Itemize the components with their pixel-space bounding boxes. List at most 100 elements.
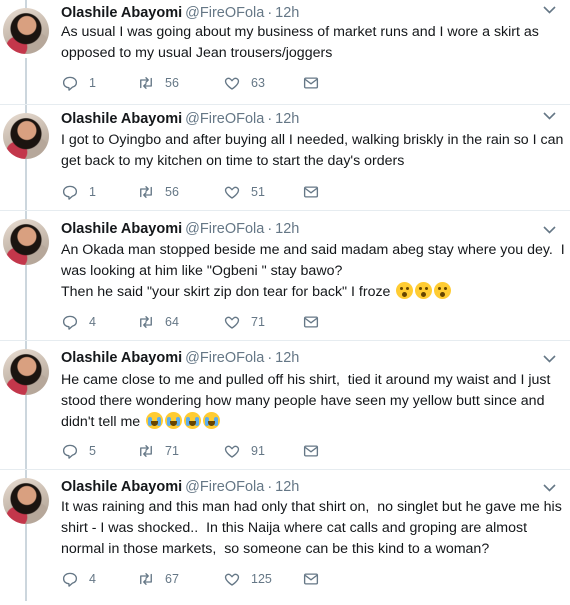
dm-button[interactable] — [302, 441, 320, 461]
tweet-text-content: An Okada man stopped beside me and said … — [61, 242, 565, 300]
chevron-down-icon[interactable] — [543, 225, 556, 237]
retweet-icon — [140, 573, 152, 585]
time-separator: · — [267, 221, 273, 237]
time-separator: · — [267, 111, 273, 127]
retweet-count: 71 — [165, 444, 179, 458]
retweet-button[interactable]: 71 — [137, 441, 179, 461]
retweet-button[interactable]: 64 — [137, 312, 179, 332]
tweet-text: I got to Oyingbo and after buying all I … — [61, 132, 568, 169]
reply-icon — [62, 572, 78, 587]
author-handle[interactable]: @FireOFola — [185, 5, 264, 21]
envelope-icon — [303, 77, 319, 89]
chevron-down-icon[interactable] — [543, 5, 556, 17]
avatar[interactable] — [3, 113, 49, 159]
retweet-count: 56 — [165, 185, 179, 199]
author-handle[interactable]: @FireOFola — [185, 479, 264, 495]
retweet-count: 64 — [165, 315, 179, 329]
astonished-face-emoji — [396, 282, 414, 299]
tweet-header: Olashile Abayomi @FireOFola · 12h — [61, 348, 299, 368]
like-count: 71 — [251, 315, 265, 329]
tweet[interactable]: Olashile Abayomi @FireOFola · 12h It was ra… — [0, 470, 570, 605]
envelope-icon — [303, 573, 319, 585]
tweet-header: Olashile Abayomi @FireOFola · 12h — [61, 219, 299, 239]
reply-button[interactable]: 4 — [61, 569, 96, 589]
tweet-text: It was raining and this man had only tha… — [61, 499, 566, 557]
author-name[interactable]: Olashile Abayomi — [61, 5, 182, 21]
timestamp[interactable]: 12h — [275, 221, 299, 237]
tweet[interactable]: Olashile Abayomi @FireOFola · 12h He came c… — [0, 341, 570, 469]
timestamp[interactable]: 12h — [275, 350, 299, 366]
retweet-button[interactable]: 56 — [137, 182, 179, 202]
like-count: 51 — [251, 185, 265, 199]
like-button[interactable]: 91 — [223, 441, 265, 461]
author-handle[interactable]: @FireOFola — [185, 111, 264, 127]
envelope-icon — [303, 186, 319, 198]
tweet-text: He came close to me and pulled off his s… — [61, 370, 566, 433]
reply-button[interactable]: 5 — [61, 441, 96, 461]
timestamp[interactable]: 12h — [275, 479, 299, 495]
like-button[interactable]: 63 — [223, 73, 265, 93]
chevron-down-icon[interactable] — [543, 111, 556, 123]
like-button[interactable]: 125 — [223, 569, 272, 589]
reply-count: 5 — [89, 444, 96, 458]
retweet-icon — [140, 316, 152, 328]
author-name[interactable]: Olashile Abayomi — [61, 221, 182, 237]
tweet-header: Olashile Abayomi @FireOFola · 12h — [61, 3, 299, 23]
retweet-button[interactable]: 67 — [137, 569, 179, 589]
timestamp[interactable]: 12h — [275, 111, 299, 127]
heart-icon — [224, 316, 240, 329]
reply-count: 1 — [89, 185, 96, 199]
chevron-down-icon[interactable] — [543, 354, 556, 366]
avatar[interactable] — [3, 8, 49, 54]
author-handle[interactable]: @FireOFola — [185, 350, 264, 366]
retweet-button[interactable]: 56 — [137, 73, 179, 93]
tweet-text: An Okada man stopped beside me and said … — [61, 240, 566, 303]
avatar[interactable] — [3, 478, 49, 524]
retweet-icon — [140, 445, 152, 457]
reply-button[interactable]: 1 — [61, 73, 96, 93]
reply-icon — [62, 315, 78, 330]
envelope-icon — [303, 316, 319, 328]
loudly-crying-face-emoji — [184, 412, 202, 429]
chevron-down-icon[interactable] — [543, 483, 556, 495]
dm-button[interactable] — [302, 182, 320, 202]
avatar[interactable] — [3, 349, 49, 395]
dm-button[interactable] — [302, 569, 320, 589]
timestamp[interactable]: 12h — [275, 5, 299, 21]
retweet-icon — [140, 77, 152, 89]
heart-icon — [224, 573, 240, 586]
time-separator: · — [267, 5, 273, 21]
tweet-text-content: He came close to me and pulled off his s… — [61, 372, 555, 430]
dm-button[interactable] — [302, 312, 320, 332]
author-handle[interactable]: @FireOFola — [185, 221, 264, 237]
like-button[interactable]: 71 — [223, 312, 265, 332]
tweet[interactable]: Olashile Abayomi @FireOFola · 12h I got to … — [0, 105, 570, 209]
astonished-face-emoji — [415, 282, 433, 299]
reply-button[interactable]: 4 — [61, 312, 96, 332]
dm-button[interactable] — [302, 73, 320, 93]
heart-icon — [224, 77, 240, 90]
tweet[interactable]: Olashile Abayomi @FireOFola · 12h As usual … — [0, 0, 570, 104]
time-separator: · — [267, 479, 273, 495]
tweet-text: As usual I was going about my business o… — [61, 24, 543, 61]
envelope-icon — [303, 445, 319, 457]
heart-icon — [224, 445, 240, 458]
heart-icon — [224, 186, 240, 199]
reply-count: 4 — [89, 315, 96, 329]
reply-count: 1 — [89, 76, 96, 90]
author-name[interactable]: Olashile Abayomi — [61, 111, 182, 127]
author-name[interactable]: Olashile Abayomi — [61, 479, 182, 495]
reply-icon — [62, 185, 78, 200]
avatar[interactable] — [3, 219, 49, 265]
tweet[interactable]: Olashile Abayomi @FireOFola · 12h An Okada … — [0, 211, 570, 340]
reply-button[interactable]: 1 — [61, 182, 96, 202]
retweet-count: 56 — [165, 76, 179, 90]
retweet-icon — [140, 186, 152, 198]
astonished-face-emoji — [434, 282, 452, 299]
author-name[interactable]: Olashile Abayomi — [61, 350, 182, 366]
like-button[interactable]: 51 — [223, 182, 265, 202]
retweet-count: 67 — [165, 572, 179, 586]
like-count: 91 — [251, 444, 265, 458]
tweet-header: Olashile Abayomi @FireOFola · 12h — [61, 109, 299, 129]
loudly-crying-face-emoji — [165, 412, 183, 429]
